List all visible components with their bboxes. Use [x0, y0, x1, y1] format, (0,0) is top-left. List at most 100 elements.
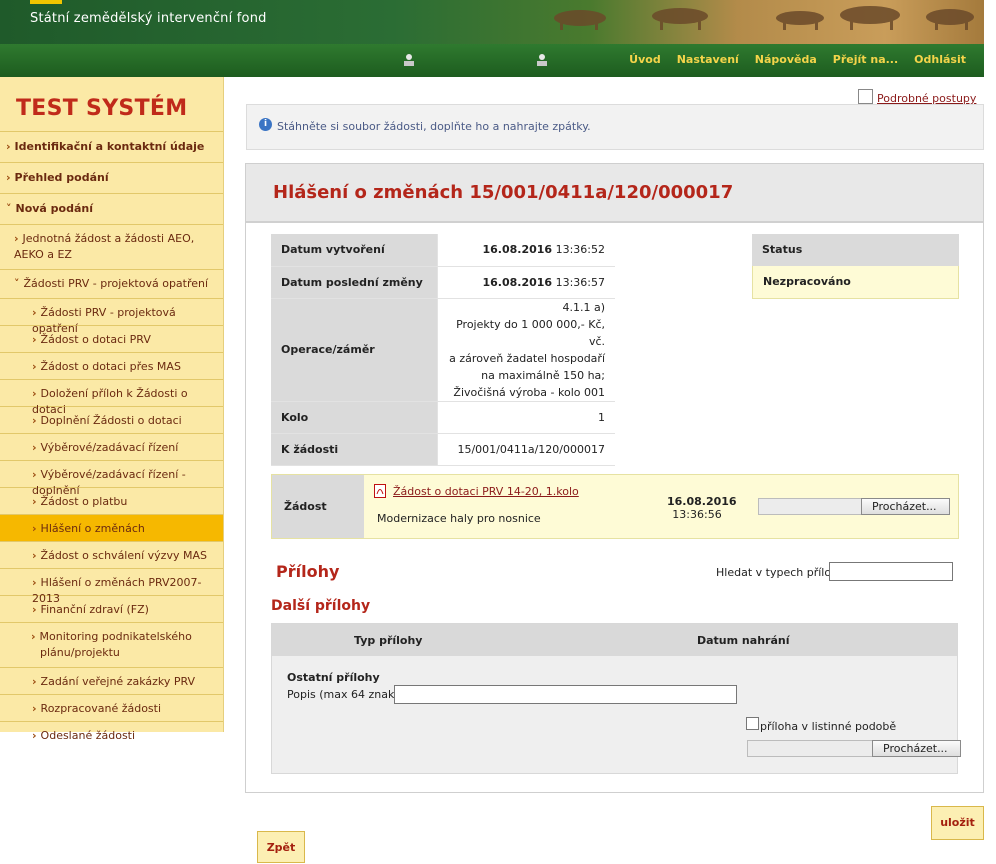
sidebar-item-label: Žádost o dotaci přes MAS	[40, 360, 181, 373]
sidebar-item-label: Výběrové/zadávací řízení	[40, 441, 179, 454]
application-description: Modernizace haly pro nosnice	[377, 512, 541, 525]
sidebar-item-label: Odeslané žádosti	[40, 729, 136, 742]
attachments-grid-header: Typ přílohy Datum nahrání	[272, 624, 957, 656]
detail-row: Kolo 1	[271, 401, 615, 434]
attachment-search-input[interactable]	[829, 562, 953, 581]
detail-key: Datum vytvoření	[271, 234, 438, 267]
status-header: Status	[752, 234, 959, 266]
sidebar-item[interactable]: › Žádost o schválení výzvy MAS	[0, 541, 223, 568]
subject-icon[interactable]	[535, 53, 549, 67]
col-attachment-type: Typ přílohy	[354, 634, 423, 647]
sidebar-item[interactable]: › Výběrové/zadávací řízení	[0, 433, 223, 460]
sidebar-item[interactable]: › Identifikační a kontaktní údaje	[0, 131, 223, 162]
sidebar-item-label: Zadání veřejné zakázky PRV	[40, 675, 196, 688]
nav-nastaveni[interactable]: Nastavení	[669, 53, 747, 66]
sidebar-item[interactable]: › Hlášení o změnách PRV2007-2013	[0, 568, 223, 605]
top-navigation: Úvod Nastavení Nápověda Přejít na... Odh…	[0, 44, 984, 77]
sidebar-item[interactable]: ˅ Žádosti PRV - projektová opatření	[0, 269, 223, 298]
sidebar-item[interactable]: › Zadání veřejné zakázky PRV	[0, 667, 223, 694]
chevron-right-icon: ›	[32, 549, 37, 562]
chevron-right-icon: ›	[32, 360, 37, 373]
detail-key: K žádosti	[271, 433, 438, 466]
sidebar-item[interactable]: › Výběrové/zadávací řízení - doplnění	[0, 460, 223, 497]
sidebar-item[interactable]: › Hlášení o změnách	[0, 514, 223, 541]
sidebar-item[interactable]: › Jednotná žádost a žádosti AEO, AEKO a E…	[0, 224, 223, 269]
chevron-right-icon: ›	[32, 522, 37, 535]
sidebar-item-label: Rozpracované žádosti	[40, 702, 162, 715]
chevron-right-icon: ›	[32, 387, 37, 400]
paper-form-checkbox[interactable]	[746, 717, 759, 730]
user-icon[interactable]	[402, 53, 416, 67]
description-input[interactable]	[394, 685, 737, 704]
sidebar-item-label: Finanční zdraví (FZ)	[40, 603, 149, 616]
chevron-right-icon: ›	[32, 603, 37, 616]
other-attachments-label: Ostatní přílohy	[287, 671, 380, 684]
nav-odhlasit[interactable]: Odhlásit	[906, 53, 974, 66]
sidebar: TEST SYSTÉM › Identifikační a kontaktní ú…	[0, 77, 224, 742]
sidebar-item[interactable]: › Monitoring podnikatelského plánu/projek…	[0, 622, 223, 667]
application-file-path[interactable]	[758, 498, 861, 515]
chevron-right-icon: ›	[14, 232, 19, 245]
sidebar-item[interactable]: ˅ Nová podání	[0, 193, 223, 224]
detail-value: 16.08.2016 13:36:52	[437, 234, 615, 267]
sidebar-menu: › Identifikační a kontaktní údaje › Přehled…	[0, 131, 223, 748]
chevron-right-icon: ›	[32, 306, 37, 319]
chevron-right-icon: ›	[31, 630, 36, 643]
detail-key: Operace/záměr	[271, 298, 438, 402]
pdf-icon	[374, 484, 386, 498]
nav-prejit-na[interactable]: Přejít na...	[825, 53, 906, 66]
sidebar-item[interactable]: › Přehled podání	[0, 162, 223, 193]
application-time: 13:36:56	[672, 508, 722, 521]
info-message: i Stáhněte si soubor žádosti, doplňte ho…	[246, 104, 984, 150]
nav-napoveda[interactable]: Nápověda	[747, 53, 825, 66]
sidebar-item[interactable]: › Odeslané žádosti	[0, 721, 223, 748]
sidebar-item-label: Žádosti PRV - projektová opatření	[23, 277, 209, 290]
sidebar-item[interactable]: › Žádosti PRV - projektová opatření	[0, 298, 223, 335]
chevron-right-icon: ›	[32, 414, 37, 427]
chevron-down-icon: ˅	[14, 277, 20, 290]
application-browse-button[interactable]: Procházet...	[861, 498, 950, 515]
system-brand: TEST SYSTÉM	[16, 96, 188, 121]
detail-table: Datum vytvoření 16.08.2016 13:36:52 Datu…	[271, 234, 615, 466]
sidebar-item-label: Doplnění Žádosti o dotaci	[40, 414, 182, 427]
logo-bar	[30, 0, 62, 4]
chevron-right-icon: ›	[32, 729, 37, 742]
sidebar-item[interactable]: › Rozpracované žádosti	[0, 694, 223, 721]
detail-value: 15/001/0411a/120/000017	[437, 433, 615, 466]
chevron-right-icon: ›	[32, 468, 37, 481]
application-date: 16.08.2016	[667, 495, 737, 508]
nav-uvod[interactable]: Úvod	[621, 53, 669, 66]
sidebar-item-label: Žádost o dotaci PRV	[40, 333, 151, 346]
chevron-right-icon: ›	[6, 171, 11, 184]
status-value: Nezpracováno	[752, 266, 959, 299]
attachment-browse-button[interactable]: Procházet...	[872, 740, 961, 757]
sidebar-item-label: Identifikační a kontaktní údaje	[14, 140, 205, 153]
detail-row: Datum vytvoření 16.08.2016 13:36:52	[271, 234, 615, 267]
back-button[interactable]: Zpět	[257, 831, 305, 863]
paper-form-label: příloha v listinné podobě	[760, 720, 897, 733]
chevron-right-icon: ›	[32, 495, 37, 508]
sidebar-item-label: Žádost o schválení výzvy MAS	[40, 549, 207, 562]
attachment-file-path[interactable]	[747, 740, 872, 757]
sidebar-item-label: Nová podání	[15, 202, 94, 215]
attachment-file-upload: Procházet...	[747, 740, 961, 757]
info-text: Stáhněte si soubor žádosti, doplňte ho a…	[277, 120, 591, 133]
save-button[interactable]: uložit	[931, 806, 984, 840]
header-banner: Státní zemědělský intervenční fond	[0, 0, 984, 44]
panel-header: Hlášení o změnách 15/001/0411a/120/00001…	[246, 164, 983, 223]
application-document-link[interactable]: Žádost o dotaci PRV 14-20, 1.kolo	[393, 485, 579, 498]
sidebar-item-label: Žádost o platbu	[40, 495, 128, 508]
application-label: Žádost	[272, 475, 364, 538]
chevron-right-icon: ›	[32, 702, 37, 715]
chevron-right-icon: ›	[32, 333, 37, 346]
additional-attachments-title: Další přílohy	[271, 598, 371, 614]
chevron-right-icon: ›	[32, 441, 37, 454]
attachments-title: Přílohy	[276, 562, 340, 581]
chevron-right-icon: ›	[32, 576, 37, 589]
sidebar-item[interactable]: › Žádost o dotaci přes MAS	[0, 352, 223, 379]
sidebar-item-label: Monitoring podnikatelského plánu/projekt…	[39, 630, 192, 659]
document-icon	[858, 89, 873, 104]
detail-row: Operace/záměr 4.1.1 a) Projekty do 1 000…	[271, 298, 615, 402]
chevron-right-icon: ›	[6, 140, 11, 153]
sidebar-item[interactable]: › Doložení příloh k Žádosti o dotaci	[0, 379, 223, 416]
